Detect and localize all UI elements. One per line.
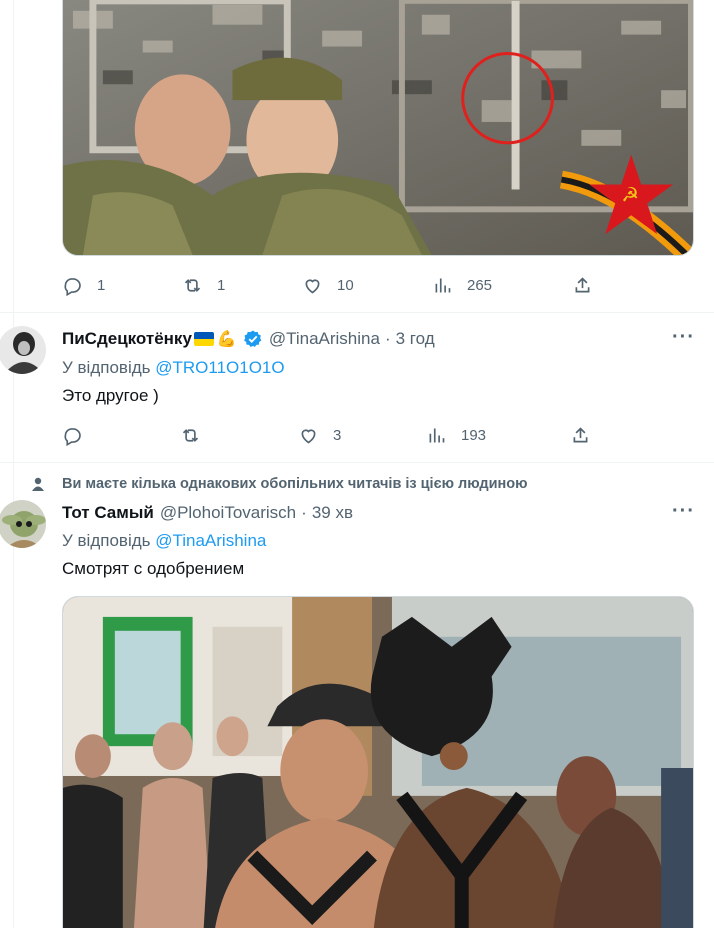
muscle-icon: 💪	[216, 331, 237, 348]
like-icon	[305, 278, 320, 293]
views-count: 193	[461, 426, 487, 444]
tweet3-header: Тот Самый @PlohoiTovarisch · 39 хв	[62, 503, 353, 523]
reply-prefix: У відповідь	[62, 531, 151, 550]
thread-edge	[13, 0, 14, 928]
social-context: Ви маєте кілька однакових обопільних чит…	[62, 476, 528, 492]
retweet-icon	[184, 278, 201, 292]
tweet1-action-bar: 1 1 10 265	[62, 270, 662, 300]
like-button[interactable]: 3	[298, 425, 341, 446]
views-button[interactable]: 193	[426, 425, 486, 446]
ukraine-flag-icon	[193, 332, 214, 346]
svg-text:☭: ☭	[621, 183, 639, 206]
share-button[interactable]	[570, 425, 591, 446]
tweet2-action-bar: 3 193	[62, 420, 662, 450]
tweet3-media-image[interactable]	[62, 596, 694, 928]
divider	[0, 312, 714, 313]
reply-mention-link[interactable]: @TRO11O1O1O	[155, 358, 284, 377]
timestamp[interactable]: 39 хв	[312, 503, 353, 523]
handle[interactable]: @TinaArishina	[269, 329, 380, 349]
separator: ·	[301, 503, 307, 522]
like-button[interactable]: 10	[302, 275, 354, 296]
reply-button[interactable]	[62, 425, 97, 446]
display-name[interactable]: ПиСдецкотёнку	[62, 329, 192, 349]
avatar-image	[0, 326, 46, 374]
share-icon	[575, 276, 590, 292]
reply-prefix: У відповідь	[62, 358, 151, 377]
like-icon	[301, 428, 316, 443]
retweet-count: 1	[217, 276, 226, 294]
reply-icon	[64, 427, 81, 446]
retweet-icon	[182, 428, 199, 442]
person-icon	[32, 477, 44, 491]
timestamp[interactable]: 3 год	[396, 329, 435, 349]
retweet-button[interactable]: 1	[182, 275, 225, 296]
collage-image: ☭	[63, 0, 693, 255]
views-icon	[429, 428, 445, 442]
tweet1-media-image[interactable]: ☭	[62, 0, 694, 256]
verified-icon	[243, 329, 263, 349]
reply-icon	[64, 277, 81, 296]
views-button[interactable]: 265	[432, 275, 492, 296]
avatar[interactable]	[0, 500, 46, 548]
reply-context: У відповідь @TRO11O1O1O	[62, 358, 285, 378]
avatar[interactable]	[0, 326, 46, 374]
more-icon[interactable]: ···	[672, 326, 695, 349]
share-icon	[573, 426, 588, 442]
reply-count: 1	[97, 276, 106, 294]
views-count: 265	[467, 276, 493, 294]
display-name[interactable]: Тот Самый	[62, 503, 154, 523]
tweet-text: Смотрят с одобрением	[62, 559, 245, 578]
street-photo	[63, 597, 693, 928]
views-icon	[435, 278, 451, 292]
reply-mention-link[interactable]: @TinaArishina	[155, 531, 266, 550]
handle[interactable]: @PlohoiTovarisch	[160, 503, 296, 523]
share-button[interactable]	[572, 275, 593, 296]
separator: ·	[384, 329, 391, 348]
reply-button[interactable]: 1	[62, 275, 105, 296]
divider	[0, 462, 714, 463]
timeline: ☭ 1 1 10 265 ПиСдецкотёнку 💪 @TinaArishi…	[0, 0, 714, 928]
like-count: 3	[333, 426, 342, 444]
reply-context: У відповідь @TinaArishina	[62, 531, 266, 551]
like-count: 10	[337, 276, 354, 294]
tweet-text: Это другое )	[62, 386, 159, 405]
more-icon[interactable]: ···	[672, 500, 695, 523]
avatar-image	[0, 500, 46, 548]
tweet2-header: ПиСдецкотёнку 💪 @TinaArishina · 3 год	[62, 329, 435, 349]
retweet-button[interactable]	[180, 425, 215, 446]
